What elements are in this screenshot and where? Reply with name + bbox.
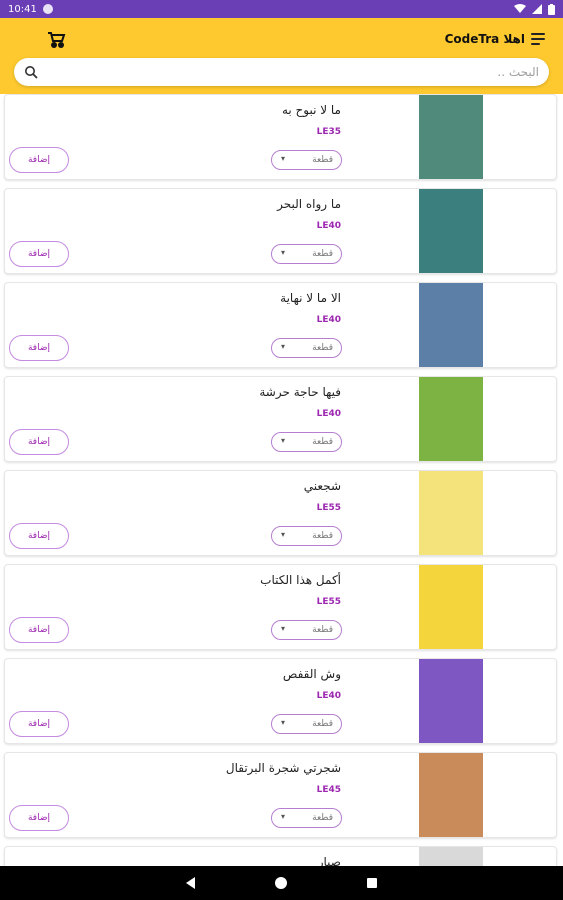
unit-dropdown[interactable]: قطعة ▾ [271,620,342,640]
chevron-down-icon: ▾ [281,342,286,351]
chevron-down-icon: ▾ [281,436,286,445]
product-card[interactable]: وش القفص LE40 قطعة ▾ إضافة [4,658,557,744]
product-price: LE35 [316,127,341,137]
back-icon[interactable] [186,877,195,889]
unit-dropdown-label: قطعة [312,437,333,447]
product-title: الا ما لا نهاية [280,291,341,305]
product-card[interactable]: ما لا نبوح به LE35 قطعة ▾ إضافة [4,94,557,180]
product-card[interactable]: الا ما لا نهاية LE40 قطعة ▾ إضافة [4,282,557,368]
cart-icon[interactable] [46,30,66,50]
book-cover-image [419,753,483,837]
greeting-title: اهلا CodeTra [444,32,525,46]
chevron-down-icon: ▾ [281,154,286,163]
unit-dropdown[interactable]: قطعة ▾ [271,714,342,734]
product-card[interactable]: فيها حاجة حرشة LE40 قطعة ▾ إضافة [4,376,557,462]
product-title: شجعني [303,479,341,493]
product-card[interactable]: ما رواه البحر LE40 قطعة ▾ إضافة [4,188,557,274]
unit-dropdown-label: قطعة [312,719,333,729]
search-icon[interactable] [24,65,38,79]
book-cover-image [419,283,483,367]
chevron-down-icon: ▾ [281,530,286,539]
product-title: وش القفص [282,667,341,681]
add-button[interactable]: إضافة [9,711,69,737]
product-price: LE55 [316,597,341,607]
book-cover-image [419,471,483,555]
product-card[interactable]: صبار [4,846,557,866]
unit-dropdown-label: قطعة [312,343,333,353]
add-button[interactable]: إضافة [9,147,69,173]
book-cover-image [419,659,483,743]
recents-icon[interactable] [367,878,377,888]
product-price: LE40 [316,315,341,325]
menu-icon[interactable] [531,33,545,45]
add-button[interactable]: إضافة [9,523,69,549]
add-button[interactable]: إضافة [9,805,69,831]
product-title: أكمل هذا الكتاب [260,573,341,587]
battery-icon [548,3,555,15]
product-card[interactable]: شجرتي شجرة البرتقال LE45 قطعة ▾ إضافة [4,752,557,838]
app-bar: اهلا CodeTra البحث .. [0,18,563,94]
unit-dropdown[interactable]: قطعة ▾ [271,526,342,546]
product-list[interactable]: ما لا نبوح به LE35 قطعة ▾ إضافة ما رواه ا… [0,94,563,866]
product-price: LE55 [316,503,341,513]
notification-icon [42,4,53,14]
status-time: 10:41 [8,3,37,15]
product-price: LE45 [316,785,341,795]
unit-dropdown[interactable]: قطعة ▾ [271,808,342,828]
search-bar[interactable]: البحث .. [14,58,549,86]
book-cover-image [419,565,483,649]
chevron-down-icon: ▾ [281,812,286,821]
unit-dropdown-label: قطعة [312,155,333,165]
search-input[interactable]: البحث .. [497,65,539,79]
product-title: ما لا نبوح به [281,103,341,117]
status-bar: 10:41 [0,0,563,18]
add-button[interactable]: إضافة [9,241,69,267]
product-title: صبار [317,855,341,866]
product-price: LE40 [316,221,341,231]
unit-dropdown[interactable]: قطعة ▾ [271,432,342,452]
book-cover-image [419,95,483,179]
unit-dropdown-label: قطعة [312,813,333,823]
add-button[interactable]: إضافة [9,429,69,455]
chevron-down-icon: ▾ [281,624,286,633]
unit-dropdown-label: قطعة [312,249,333,259]
signal-icon [532,4,542,14]
unit-dropdown[interactable]: قطعة ▾ [271,338,342,358]
unit-dropdown-label: قطعة [312,625,333,635]
product-title: فيها حاجة حرشة [259,385,341,399]
product-title: ما رواه البحر [277,197,341,211]
wifi-icon [514,4,526,13]
system-nav-bar [0,866,563,900]
book-cover-image [419,189,483,273]
unit-dropdown[interactable]: قطعة ▾ [271,150,342,170]
product-title: شجرتي شجرة البرتقال [225,761,341,775]
product-card[interactable]: شجعني LE55 قطعة ▾ إضافة [4,470,557,556]
unit-dropdown-label: قطعة [312,531,333,541]
book-cover-image [419,847,483,866]
chevron-down-icon: ▾ [281,248,286,257]
product-card[interactable]: أكمل هذا الكتاب LE55 قطعة ▾ إضافة [4,564,557,650]
product-price: LE40 [316,409,341,419]
unit-dropdown[interactable]: قطعة ▾ [271,244,342,264]
product-price: LE40 [316,691,341,701]
book-cover-image [419,377,483,461]
add-button[interactable]: إضافة [9,335,69,361]
home-icon[interactable] [275,877,287,889]
add-button[interactable]: إضافة [9,617,69,643]
chevron-down-icon: ▾ [281,718,286,727]
